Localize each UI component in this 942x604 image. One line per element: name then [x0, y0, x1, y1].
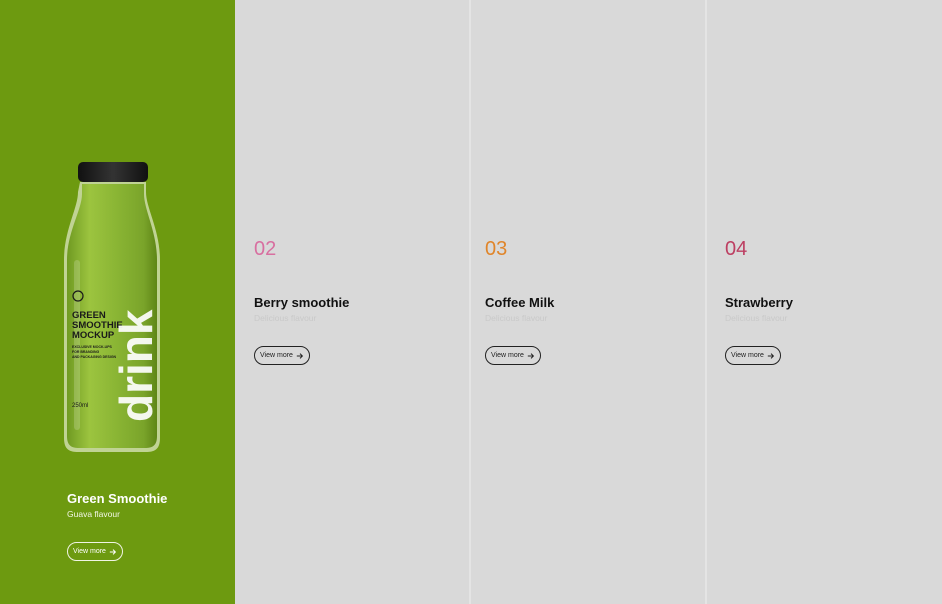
- arrow-right-icon: [767, 352, 775, 359]
- product-subtitle: Delicious flavour: [485, 313, 548, 323]
- view-more-button[interactable]: View more: [485, 346, 541, 365]
- view-more-button[interactable]: View more: [254, 346, 310, 365]
- svg-text:MOCKUP: MOCKUP: [72, 330, 115, 341]
- product-slider: GREEN SMOOTHIE MOCKUP EXCLUSIVE MOCK-UPS…: [0, 0, 942, 604]
- button-label: View more: [260, 352, 293, 359]
- product-title: Coffee Milk: [485, 295, 555, 310]
- bottle-image: GREEN SMOOTHIE MOCKUP EXCLUSIVE MOCK-UPS…: [64, 162, 162, 452]
- view-more-button[interactable]: View more: [725, 346, 781, 365]
- featured-title: Green Smoothie: [67, 491, 168, 506]
- button-label: View more: [731, 352, 764, 359]
- product-panel-berry[interactable]: 02 Berry smoothie Delicious flavour View…: [235, 0, 471, 604]
- arrow-right-icon: [296, 352, 304, 359]
- svg-text:250ml: 250ml: [72, 403, 88, 409]
- product-number: 03: [485, 238, 508, 260]
- featured-panel[interactable]: GREEN SMOOTHIE MOCKUP EXCLUSIVE MOCK-UPS…: [0, 0, 235, 604]
- product-number: 02: [254, 238, 277, 260]
- product-panel-coffee[interactable]: 03 Coffee Milk Delicious flavour View mo…: [471, 0, 707, 604]
- svg-text:drink: drink: [110, 309, 162, 422]
- product-title: Strawberry: [725, 295, 793, 310]
- product-panel-strawberry[interactable]: 04 Strawberry Delicious flavour View mor…: [707, 0, 942, 604]
- arrow-right-icon: [109, 548, 117, 555]
- button-label: View more: [491, 352, 524, 359]
- arrow-right-icon: [527, 352, 535, 359]
- product-title: Berry smoothie: [254, 295, 350, 310]
- button-label: View more: [73, 548, 106, 555]
- svg-text:EXCLUSIVE MOCK-UPS: EXCLUSIVE MOCK-UPS: [72, 345, 113, 349]
- featured-subtitle: Guava flavour: [67, 509, 120, 519]
- svg-text:FOR BRANDING: FOR BRANDING: [72, 350, 99, 354]
- product-subtitle: Delicious flavour: [725, 313, 788, 323]
- product-subtitle: Delicious flavour: [254, 313, 317, 323]
- product-number: 04: [725, 238, 748, 260]
- featured-view-more-button[interactable]: View more: [67, 542, 123, 561]
